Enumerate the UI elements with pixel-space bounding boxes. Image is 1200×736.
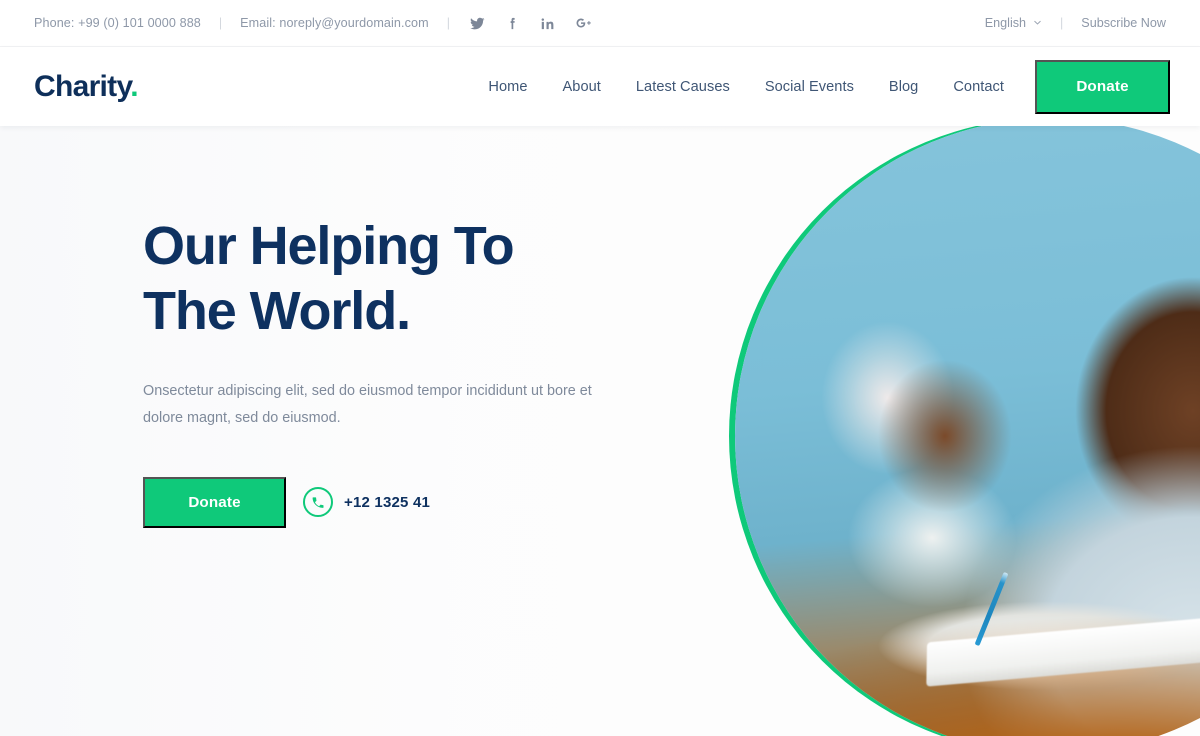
nav-item-contact[interactable]: Contact <box>953 79 1004 95</box>
logo-dot: . <box>130 69 138 103</box>
language-selector[interactable]: English <box>985 16 1042 30</box>
contact-phone[interactable]: Phone: +99 (0) 101 0000 888 <box>34 16 201 30</box>
hero-description: Onsectetur adipiscing elit, sed do eiusm… <box>143 382 592 427</box>
topbar-divider-1: | <box>218 16 223 30</box>
contact-email[interactable]: Email: noreply@yourdomain.com <box>240 16 429 30</box>
nav-item-blog[interactable]: Blog <box>889 79 918 95</box>
hero-title-line-1: Our Helping To <box>143 216 515 276</box>
hero-photo <box>735 126 1200 736</box>
subscribe-link[interactable]: Subscribe Now <box>1081 16 1166 30</box>
twitter-icon[interactable] <box>470 15 486 31</box>
facebook-icon[interactable] <box>505 15 521 31</box>
top-bar: Phone: +99 (0) 101 0000 888 | Email: nor… <box>0 0 1200 47</box>
hero-donate-button[interactable]: Donate <box>143 476 286 528</box>
hero-title-line-2: The World. <box>143 281 411 342</box>
nav-item-latest-causes[interactable]: Latest Causes <box>636 79 730 95</box>
paper-sheet <box>926 611 1200 687</box>
linkedin-icon[interactable] <box>540 15 556 31</box>
hero-image-circle <box>735 126 1200 736</box>
logo[interactable]: Charity. <box>34 69 139 103</box>
nav-item-social-events[interactable]: Social Events <box>765 79 854 95</box>
nav-item-home[interactable]: Home <box>488 79 527 95</box>
hero-phone-link[interactable]: +12 1325 41 <box>303 487 431 518</box>
top-bar-left: Phone: +99 (0) 101 0000 888 | Email: nor… <box>34 15 591 31</box>
topbar-divider-2: | <box>446 16 450 30</box>
topbar-divider-3: | <box>1060 16 1064 30</box>
googleplus-icon[interactable] <box>575 15 591 31</box>
hero-phone-number: +12 1325 41 <box>344 493 431 511</box>
chevron-down-icon <box>1033 18 1042 27</box>
language-label: English <box>984 16 1027 30</box>
nav-item-about[interactable]: About <box>563 79 601 95</box>
site-header: Charity. Home About Latest Causes Social… <box>0 47 1200 126</box>
hero-section: Our Helping To The World. Onsectetur adi… <box>0 126 1200 736</box>
social-links <box>470 15 591 31</box>
top-bar-right: English | Subscribe Now <box>985 16 1166 30</box>
main-nav: Home About Latest Causes Social Events B… <box>488 79 1035 95</box>
hero-image-wrapper <box>735 126 1200 736</box>
header-donate-button[interactable]: Donate <box>1035 59 1170 114</box>
hero-actions: Donate +12 1325 41 <box>143 476 663 528</box>
hero-title: Our Helping To The World. <box>143 214 663 345</box>
hero-content: Our Helping To The World. Onsectetur adi… <box>143 214 663 528</box>
phone-call-icon <box>303 487 333 518</box>
logo-text: Charity <box>34 69 131 103</box>
blue-pen <box>974 571 1009 646</box>
page-root: Phone: +99 (0) 101 0000 888 | Email: nor… <box>0 0 1200 736</box>
